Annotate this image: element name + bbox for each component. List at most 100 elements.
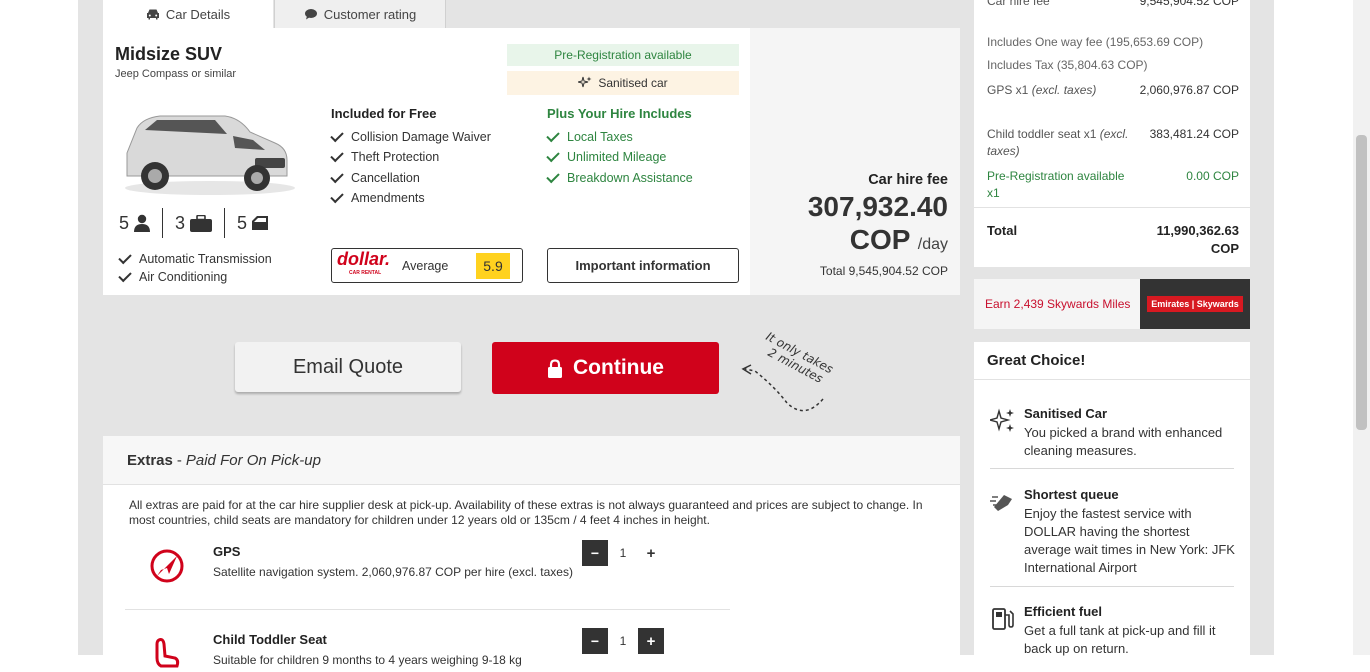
suitcase-icon: [190, 214, 213, 232]
sanitised-label: Sanitised car: [598, 76, 668, 90]
summary-one-way-fee: Includes One way fee (195,653.69 COP): [987, 35, 1204, 49]
included-item: Theft Protection: [330, 147, 491, 168]
included-item: Collision Damage Waiver: [330, 127, 491, 148]
tab-car-details[interactable]: Car Details: [103, 0, 273, 28]
check-icon: [330, 128, 344, 142]
person-icon: [134, 214, 151, 232]
tab-customer-rating-label: Customer rating: [323, 6, 417, 22]
emirates-skywards-logo: Emirates | Skywards: [1140, 279, 1250, 329]
fast-service-icon: [990, 495, 1012, 511]
gps-icon: [150, 549, 184, 583]
extras-subtitle: Paid For On Pick-up: [185, 451, 321, 469]
scrollbar[interactable]: [1353, 0, 1370, 655]
great-item-text: Enjoy the fastest service with DOLLAR ha…: [1024, 506, 1235, 575]
summary-total-value: 11,990,362.63 COP: [1156, 223, 1239, 256]
extra-name: GPS: [213, 544, 241, 559]
summary-child-value: 383,481.24 COP: [1149, 127, 1239, 141]
prereg-badge: Pre-Registration available: [507, 44, 739, 66]
included-item: Cancellation: [330, 168, 491, 189]
extras-description: All extras are paid for at the car hire …: [129, 498, 923, 527]
summary-gps: GPS x1 (excl. taxes) 2,060,976.87 COP: [987, 82, 1239, 99]
great-item-text: Get a full tank at pick-up and fill it b…: [1024, 623, 1216, 656]
price-panel: Car hire fee 307,932.40 COP /day Total 9…: [750, 28, 960, 295]
included-for-free: Included for Free Collision Damage Waive…: [330, 104, 491, 209]
increase-button[interactable]: +: [638, 540, 664, 566]
decrease-button[interactable]: −: [582, 628, 608, 654]
great-divider: [990, 586, 1234, 587]
great-divider: [990, 468, 1234, 469]
seats-spec: 5: [119, 208, 162, 238]
plus-label: Breakdown Assistance: [567, 170, 693, 185]
skywards-miles-text: Earn 2,439 Skywards Miles: [985, 297, 1131, 311]
great-item-text: You picked a brand with enhanced cleanin…: [1024, 425, 1223, 458]
great-item-title: Sanitised Car: [1024, 406, 1108, 421]
extras-title: Extras: [127, 451, 173, 469]
check-icon: [118, 268, 132, 283]
price-amount: 307,932.40: [807, 191, 948, 222]
summary-prereg-value: 0.00 COP: [1186, 169, 1239, 183]
lock-icon: [548, 358, 562, 378]
great-choice-title: Great Choice!: [974, 342, 1250, 380]
only-takes-note: It only takes 2 minutes: [741, 329, 835, 412]
extra-name: Child Toddler Seat: [213, 632, 327, 647]
detail-tabs: Car Details Customer rating: [103, 0, 446, 29]
email-quote-button[interactable]: Email Quote: [235, 342, 461, 392]
summary-hire-fee: Car hire fee 9,545,904.52 COP: [987, 0, 1239, 10]
supplier-rating[interactable]: dollar. CAR RENTAL Average 5.9: [331, 248, 523, 283]
door-icon: [252, 216, 269, 230]
sparkle-icon: [990, 408, 1014, 432]
bags-count: 3: [175, 212, 186, 233]
tab-car-details-label: Car Details: [165, 6, 231, 22]
extra-description: Suitable for children 9 months to 4 year…: [213, 653, 522, 667]
summary-divider: [974, 207, 1250, 208]
price-total: Total 9,545,904.52 COP: [819, 264, 948, 278]
feature-label: Air Conditioning: [139, 270, 228, 284]
summary-child-seat: Child toddler seat x1 (excl. taxes) 383,…: [987, 126, 1239, 160]
extras-header: Extras - Paid For On Pick-up: [103, 436, 960, 485]
increase-button[interactable]: +: [638, 628, 664, 654]
important-information-button[interactable]: Important information: [547, 248, 739, 283]
car-specs: 5 3 5: [119, 208, 280, 238]
doors-spec: 5: [224, 208, 280, 238]
summary-hire-fee-value: 9,545,904.52 COP: [1139, 0, 1239, 8]
sanitised-badge: Sanitised car: [507, 71, 739, 95]
car-hire-fee-label: Car hire fee: [868, 172, 948, 188]
price-currency: COP: [849, 224, 910, 255]
child-seat-icon: [155, 638, 180, 668]
tab-customer-rating[interactable]: Customer rating: [274, 0, 446, 29]
check-icon: [330, 190, 344, 204]
feature-item: Automatic Transmission: [118, 250, 272, 268]
scrollbar-thumb[interactable]: [1356, 135, 1367, 430]
check-icon: [118, 250, 132, 265]
included-label: Cancellation: [351, 170, 420, 185]
check-icon: [546, 169, 560, 183]
comment-icon: [304, 9, 317, 20]
summary-gps-label: GPS x1 (excl. taxes): [987, 82, 1137, 99]
plus-item: Local Taxes: [546, 127, 693, 148]
car-image: [125, 115, 295, 195]
summary-child-name: Child toddler seat x1: [987, 127, 1097, 141]
plus-item: Breakdown Assistance: [546, 168, 693, 189]
feature-item: Air Conditioning: [118, 268, 272, 286]
car-title: Midsize SUV: [115, 44, 223, 64]
decrease-button[interactable]: −: [582, 540, 608, 566]
great-item-title: Shortest queue: [1024, 487, 1119, 502]
extras-dash: -: [176, 451, 182, 469]
plus-hire-includes: Plus Your Hire Includes Local Taxes Unli…: [546, 104, 693, 189]
car-icon: [146, 9, 159, 20]
fuel-pump-icon: [992, 608, 1014, 630]
check-icon: [546, 128, 560, 142]
continue-button[interactable]: Continue: [492, 342, 719, 394]
plus-heading: Plus Your Hire Includes: [547, 106, 692, 121]
summary-hire-fee-label: Car hire fee: [987, 0, 1050, 8]
quantity-stepper: − 1 +: [582, 540, 682, 566]
summary-prereg-label: Pre-Registration available x1: [987, 169, 1125, 200]
summary-gps-note: (excl. taxes): [1031, 83, 1097, 97]
seats-count: 5: [119, 212, 130, 233]
dollar-logo: dollar. CAR RENTAL: [337, 250, 399, 280]
supplier-tagline: CAR RENTAL: [349, 269, 382, 276]
included-heading: Included for Free: [331, 106, 437, 121]
car-subtitle: Jeep Compass or similar: [115, 68, 237, 80]
price-per: /day: [917, 236, 948, 253]
feature-label: Automatic Transmission: [139, 252, 272, 266]
